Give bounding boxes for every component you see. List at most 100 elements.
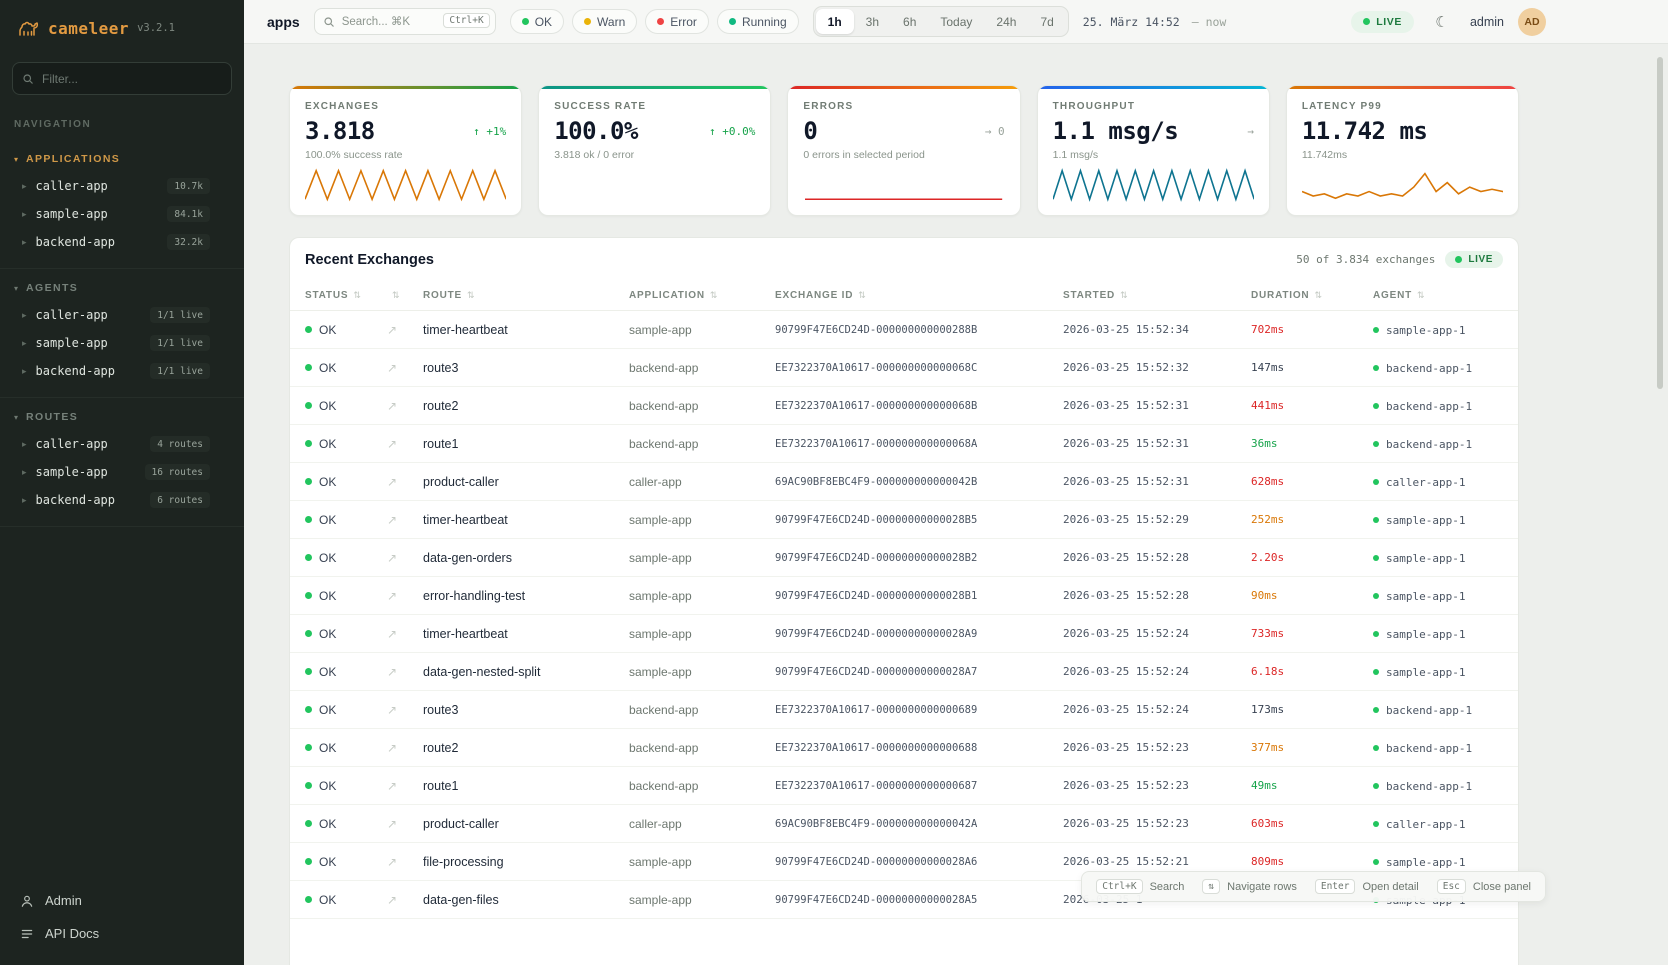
status-filter-error[interactable]: Error — [645, 9, 709, 34]
sidebar-item-applications-backend-app[interactable]: ▸ backend-app 32.2k — [0, 228, 244, 256]
range-3h[interactable]: 3h — [854, 9, 891, 34]
open-detail-icon[interactable]: ↗ — [387, 665, 397, 679]
section-header[interactable]: ▾ ROUTES — [0, 404, 244, 430]
open-detail-icon[interactable]: ↗ — [387, 627, 397, 641]
sidebar-footer-api-docs[interactable]: API Docs — [14, 920, 230, 947]
sidebar-footer-admin[interactable]: Admin — [14, 887, 230, 914]
card-accent-bar — [539, 86, 770, 89]
sidebar-section-agents: ▾ AGENTS ▸ caller-app 1/1 live ▸ sample-… — [0, 269, 244, 398]
column-header-duration[interactable]: DURATION⇅ — [1236, 281, 1358, 311]
table-row-timer-heartbeat[interactable]: OK ↗ timer-heartbeat sample-app 90799F47… — [290, 501, 1518, 539]
column-header-exchange-id[interactable]: EXCHANGE ID⇅ — [760, 281, 1048, 311]
sidebar-item-agents-backend-app[interactable]: ▸ backend-app 1/1 live — [0, 357, 244, 385]
open-detail-icon[interactable]: ↗ — [387, 741, 397, 755]
duration-value: 377ms — [1236, 729, 1358, 767]
column-header-started[interactable]: STARTED⇅ — [1048, 281, 1236, 311]
column-header-expand[interactable]: ⇅ — [372, 281, 408, 311]
time-range-display[interactable]: 25. März 14:52 — now — [1083, 15, 1227, 29]
open-detail-icon[interactable]: ↗ — [387, 399, 397, 413]
open-detail-icon[interactable]: ↗ — [387, 513, 397, 527]
started-timestamp: 2026-03-25 15:52:31 — [1048, 425, 1236, 463]
exchange-id: 90799F47E6CD24D-00000000000028B1 — [760, 577, 1048, 615]
table-row-route3[interactable]: OK ↗ route3 backend-app EE7322370A10617-… — [290, 349, 1518, 387]
range-24h[interactable]: 24h — [984, 9, 1028, 34]
status-ok-dot — [305, 668, 312, 675]
table-row-timer-heartbeat[interactable]: OK ↗ timer-heartbeat sample-app 90799F47… — [290, 311, 1518, 349]
key-badge: Esc — [1437, 879, 1466, 894]
status-cell: OK — [305, 551, 336, 565]
filter-input[interactable] — [12, 62, 232, 95]
started-timestamp: 2026-03-25 15:52:34 — [1048, 311, 1236, 349]
hint-label: Search — [1150, 881, 1185, 893]
table-live-badge[interactable]: LIVE — [1445, 251, 1503, 268]
sidebar-item-label: backend-app — [36, 493, 142, 507]
sidebar-section-routes: ▾ ROUTES ▸ caller-app 4 routes ▸ sample-… — [0, 398, 244, 527]
table-row-product-caller[interactable]: OK ↗ product-caller caller-app 69AC90BF8… — [290, 805, 1518, 843]
open-detail-icon[interactable]: ↗ — [387, 437, 397, 451]
column-header-application[interactable]: APPLICATION⇅ — [614, 281, 760, 311]
sidebar-item-routes-sample-app[interactable]: ▸ sample-app 16 routes — [0, 458, 244, 486]
status-filter-warn[interactable]: Warn — [572, 9, 637, 34]
sidebar-item-applications-caller-app[interactable]: ▸ caller-app 10.7k — [0, 172, 244, 200]
table-row-timer-heartbeat[interactable]: OK ↗ timer-heartbeat sample-app 90799F47… — [290, 615, 1518, 653]
open-detail-icon[interactable]: ↗ — [387, 817, 397, 831]
table-row-route2[interactable]: OK ↗ route2 backend-app EE7322370A10617-… — [290, 387, 1518, 425]
open-detail-icon[interactable]: ↗ — [387, 893, 397, 907]
chevron-right-icon: ▸ — [22, 181, 27, 192]
open-detail-icon[interactable]: ↗ — [387, 323, 397, 337]
scrollbar[interactable] — [1657, 57, 1663, 389]
route-name: route1 — [408, 425, 614, 463]
sidebar-item-applications-sample-app[interactable]: ▸ sample-app 84.1k — [0, 200, 244, 228]
datetime-label: 25. März 14:52 — [1083, 15, 1180, 29]
application-name: backend-app — [614, 691, 760, 729]
range-7d[interactable]: 7d — [1028, 9, 1065, 34]
table-row-data-gen-orders[interactable]: OK ↗ data-gen-orders sample-app 90799F47… — [290, 539, 1518, 577]
chip-label: Error — [670, 15, 697, 29]
status-filter-running[interactable]: Running — [717, 9, 799, 34]
sidebar-item-routes-caller-app[interactable]: ▸ caller-app 4 routes — [0, 430, 244, 458]
open-detail-icon[interactable]: ↗ — [387, 475, 397, 489]
status-filter-ok[interactable]: OK — [510, 9, 564, 34]
table-row-data-gen-nested-split[interactable]: OK ↗ data-gen-nested-split sample-app 90… — [290, 653, 1518, 691]
live-badge[interactable]: LIVE — [1351, 11, 1414, 33]
route-name: timer-heartbeat — [408, 615, 614, 653]
column-header-agent[interactable]: AGENT⇅ — [1358, 281, 1518, 311]
open-detail-icon[interactable]: ↗ — [387, 855, 397, 869]
table-body: OK ↗ timer-heartbeat sample-app 90799F47… — [290, 311, 1518, 919]
exchange-id: EE7322370A10617-0000000000000687 — [760, 767, 1048, 805]
column-header-route[interactable]: ROUTE⇅ — [408, 281, 614, 311]
table-row-route1[interactable]: OK ↗ route1 backend-app EE7322370A10617-… — [290, 767, 1518, 805]
section-header[interactable]: ▾ APPLICATIONS — [0, 146, 244, 172]
avatar[interactable]: AD — [1518, 8, 1546, 36]
table-row-route2[interactable]: OK ↗ route2 backend-app EE7322370A10617-… — [290, 729, 1518, 767]
chevron-right-icon: ▸ — [22, 366, 27, 377]
open-detail-icon[interactable]: ↗ — [387, 589, 397, 603]
theme-toggle-button[interactable]: ☾ — [1428, 8, 1456, 36]
sidebar-item-agents-caller-app[interactable]: ▸ caller-app 1/1 live — [0, 301, 244, 329]
sidebar-sections: ▾ APPLICATIONS ▸ caller-app 10.7k ▸ samp… — [0, 140, 244, 527]
range-6h[interactable]: 6h — [891, 9, 928, 34]
chevron-down-icon: ▾ — [14, 155, 18, 164]
column-label: DURATION — [1251, 290, 1309, 301]
route-name: data-gen-orders — [408, 539, 614, 577]
sidebar-item-routes-backend-app[interactable]: ▸ backend-app 6 routes — [0, 486, 244, 514]
moon-icon: ☾ — [1435, 14, 1448, 31]
table-row-error-handling-test[interactable]: OK ↗ error-handling-test sample-app 9079… — [290, 577, 1518, 615]
agent-name: backend-app-1 — [1386, 362, 1472, 375]
sidebar-item-agents-sample-app[interactable]: ▸ sample-app 1/1 live — [0, 329, 244, 357]
open-detail-icon[interactable]: ↗ — [387, 551, 397, 565]
card-value-row: 0 → 0 — [803, 117, 1004, 145]
open-detail-icon[interactable]: ↗ — [387, 361, 397, 375]
column-header-status[interactable]: STATUS⇅ — [290, 281, 372, 311]
application-name: sample-app — [614, 539, 760, 577]
table-row-route1[interactable]: OK ↗ route1 backend-app EE7322370A10617-… — [290, 425, 1518, 463]
table-row-product-caller[interactable]: OK ↗ product-caller caller-app 69AC90BF8… — [290, 463, 1518, 501]
section-header[interactable]: ▾ AGENTS — [0, 275, 244, 301]
open-detail-icon[interactable]: ↗ — [387, 703, 397, 717]
table-row-route3[interactable]: OK ↗ route3 backend-app EE7322370A10617-… — [290, 691, 1518, 729]
open-detail-icon[interactable]: ↗ — [387, 779, 397, 793]
agent-name: sample-app-1 — [1386, 666, 1465, 679]
started-timestamp: 2026-03-25 15:52:23 — [1048, 729, 1236, 767]
range-today[interactable]: Today — [928, 9, 984, 34]
range-1h[interactable]: 1h — [816, 9, 854, 34]
